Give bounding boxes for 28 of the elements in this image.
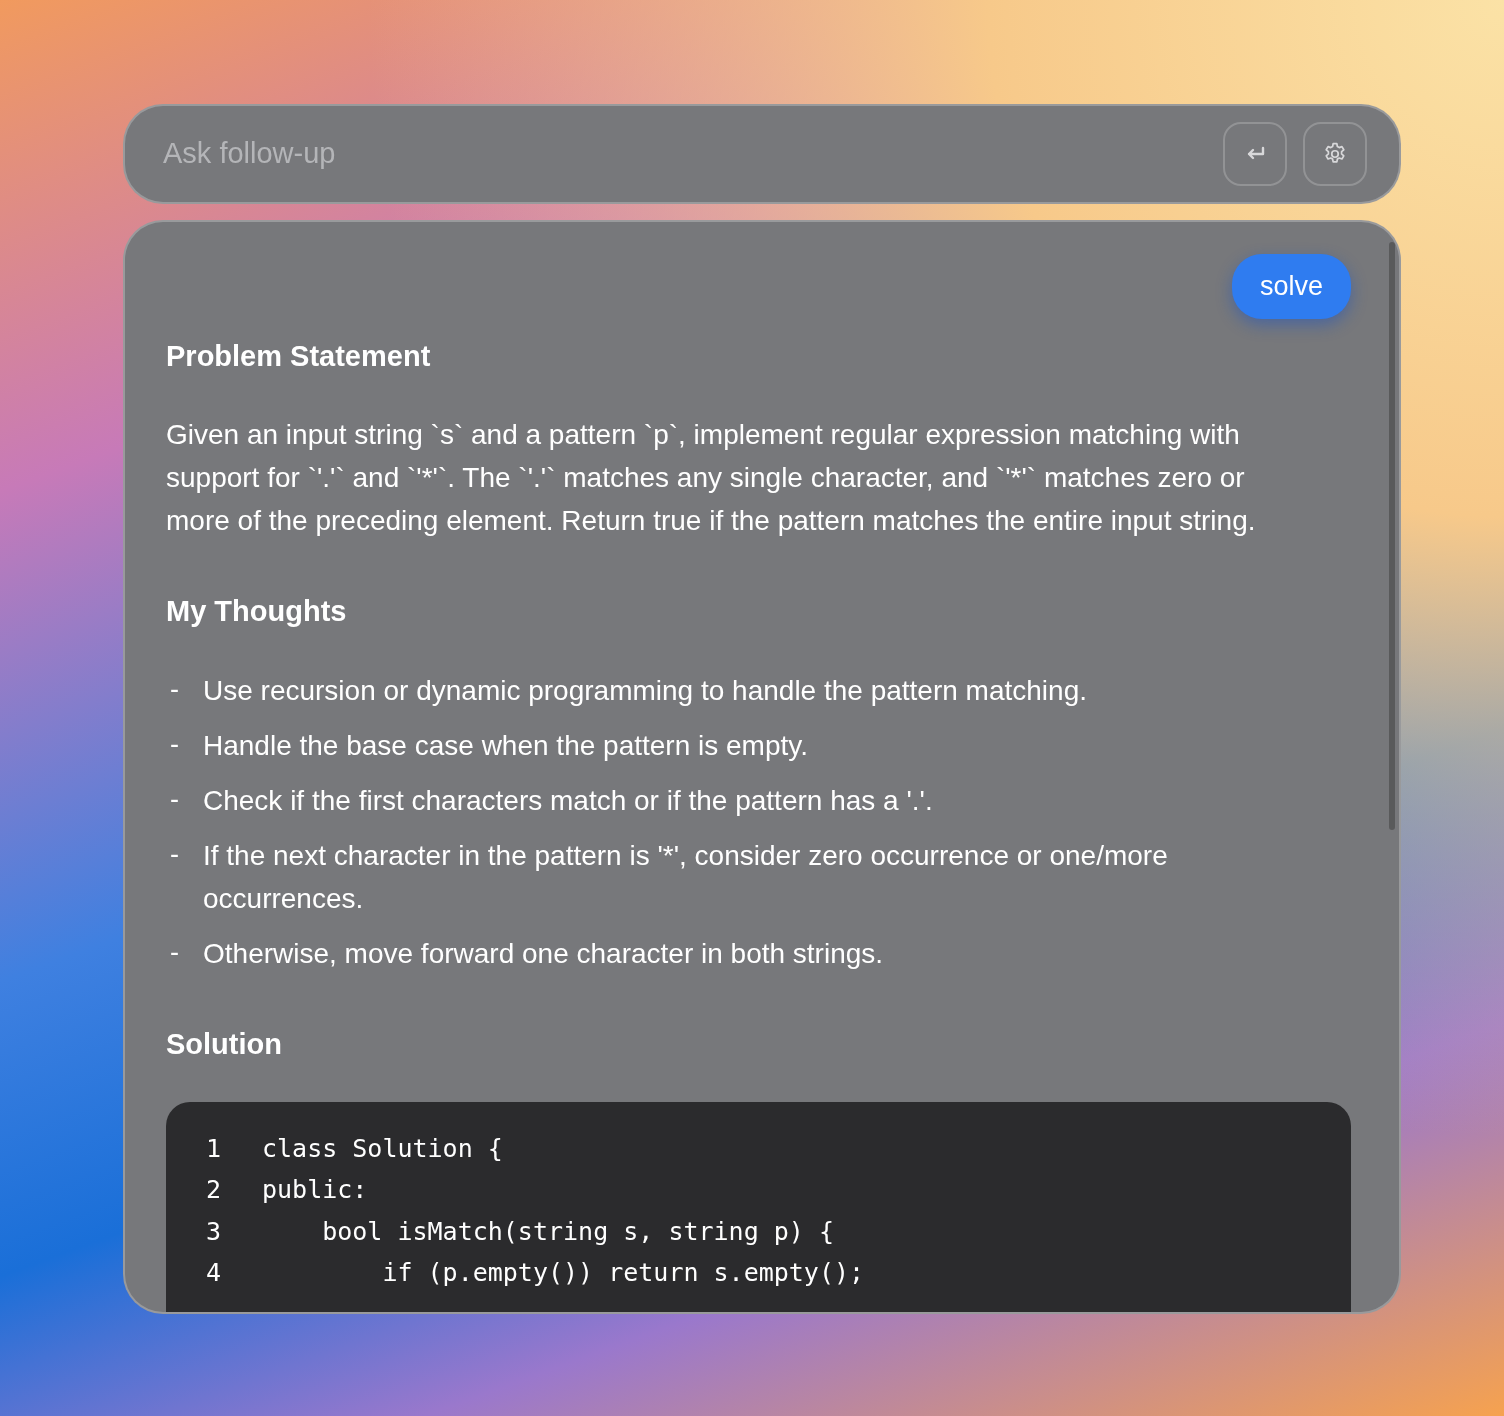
scrollbar[interactable] [1389,242,1395,830]
code-line: public: [262,1174,368,1207]
section-heading: Solution [166,1027,283,1062]
solve-button[interactable]: solve [1231,254,1351,319]
line-number: 1 [206,1132,223,1165]
line-number: 2 [206,1174,223,1207]
code-line: class Solution { [262,1132,503,1165]
code-line: if (p.empty()) return s.empty(); [381,1257,865,1290]
line-number: 4 [206,1257,223,1290]
list-item-text: Check if the first characters match or if the pattern has a '.'. [203,784,933,819]
settings-icon[interactable] [1303,122,1367,186]
list-item-text: Use recursion or dynamic programming to handle the pattern matching. [203,674,1087,709]
problem-text: Given an input string `s` and a pattern `p`, implement regular expression matching with support for `'.'` and `'*'`. The `'.'` matches any single character, and `'*'` matches zero or more of the preceding element. Return true if the pattern matches the entire input string. [166,418,1257,539]
follow-up-bar[interactable]: Ask follow-up [123,104,1401,204]
section-heading: My Thoughts [166,594,348,630]
list-item-text: Handle the base case when the pattern is empty. [203,729,808,764]
code-line: bool isMatch(string s, string p) { [321,1215,834,1248]
list-dash: - [169,936,180,970]
follow-up-field[interactable]: Ask follow-up [161,131,1207,177]
list-dash: - [169,783,180,817]
return-icon[interactable] [1223,122,1287,186]
list-item-text: Otherwise, move forward one character in both strings. [203,937,884,972]
list-dash: - [169,673,180,707]
section-heading: Problem Statement [166,338,432,374]
list-item-text: If the next character in the pattern is '*', consider zero occurrence or one/more occurrences. [203,839,1169,917]
list-dash: - [169,838,180,872]
list-dash: - [169,728,180,762]
line-number: 3 [206,1215,223,1248]
